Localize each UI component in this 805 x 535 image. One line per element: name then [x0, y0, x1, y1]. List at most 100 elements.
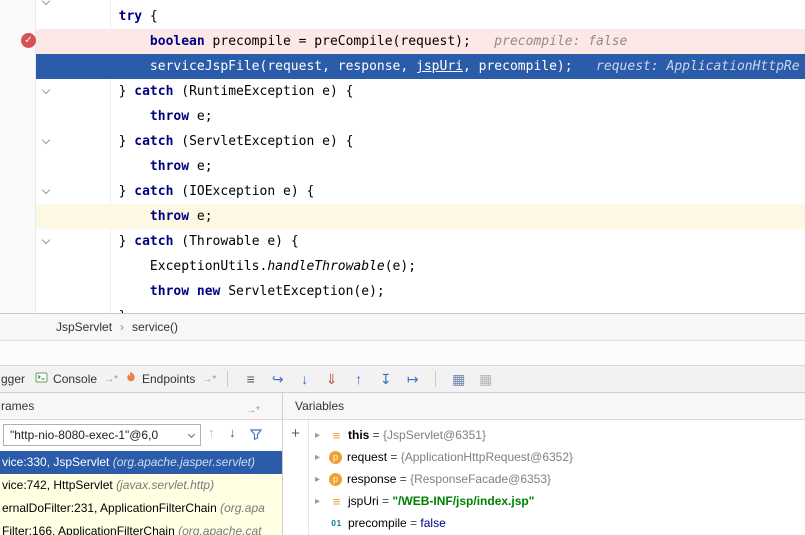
variable-value: false — [420, 516, 445, 530]
tab-console[interactable]: Console — [30, 366, 102, 392]
previous-frame-icon[interactable]: ↑ — [208, 425, 215, 440]
tab-console-label: Console — [53, 372, 97, 386]
frame-row[interactable]: vice:330, JspServlet (org.apache.jasper.… — [0, 451, 282, 474]
fold-arrow-icon[interactable] — [40, 0, 52, 9]
evaluate-icon[interactable]: ▦ — [445, 366, 472, 392]
code-line-12[interactable]: throw new ServletException(e); — [36, 279, 805, 304]
next-frame-icon[interactable]: ↓ — [229, 425, 236, 440]
parameter-icon: p — [329, 451, 342, 464]
frame-list: vice:330, JspServlet (org.apache.jasper.… — [0, 451, 282, 535]
equals-sign: = — [387, 450, 401, 464]
step-over-icon[interactable]: ↪ — [264, 366, 291, 392]
frame-row[interactable]: ernalDoFilter:231, ApplicationFilterChai… — [0, 497, 282, 520]
expand-arrow-icon[interactable]: ▸ — [315, 430, 329, 441]
frames-panel-header: rames →* — [0, 393, 283, 419]
primitive-icon: 01 — [329, 516, 344, 530]
variables-panel-header: Variables — [283, 393, 805, 419]
code-area[interactable]: try { boolean precompile = preCompile(re… — [36, 4, 805, 314]
variable-value: {JspServlet@6351} — [383, 428, 486, 442]
equals-sign: = — [407, 516, 421, 530]
fold-arrow-icon[interactable] — [40, 86, 52, 98]
breakpoint-icon[interactable]: ✓ — [21, 33, 36, 48]
fold-arrow-icon[interactable] — [40, 186, 52, 198]
variable-row[interactable]: ▸≡ jspUri = "/WEB-INF/jsp/index.jsp" — [309, 490, 805, 512]
code-line-6[interactable]: } catch (ServletException e) { — [36, 129, 805, 154]
toolbar-separator — [227, 371, 228, 387]
variable-value: {ApplicationHttpRequest@6352} — [401, 450, 573, 464]
code-line-5[interactable]: throw e; — [36, 104, 805, 129]
frames-panel: "http-nio-8080-exec-1"@6,0 ↑ ↓ vice:330,… — [0, 420, 283, 535]
value-icon: ≡ — [329, 494, 344, 508]
console-icon — [35, 371, 48, 387]
debug-toolbar: gger Console →* Endpoints →* ≡↪↓⇓↑↧↦ ▦▦ — [0, 366, 805, 393]
code-line-8[interactable]: } catch (IOException e) { — [36, 179, 805, 204]
variable-list: ▸≡this = {JspServlet@6351}▸prequest = {A… — [309, 424, 805, 534]
add-watch-icon[interactable]: + — [283, 426, 308, 442]
code-line-2[interactable]: boolean precompile = preCompile(request)… — [36, 29, 805, 54]
filter-funnel-icon[interactable] — [250, 428, 262, 443]
frames-header-label: rames — [1, 399, 34, 413]
toolwindow-gap — [0, 341, 805, 366]
thread-name: "http-nio-8080-exec-1"@6,0 — [10, 428, 158, 442]
variable-value: "/WEB-INF/jsp/index.jsp" — [392, 494, 534, 508]
equals-sign: = — [396, 472, 410, 486]
breadcrumb-item-class[interactable]: JspServlet — [56, 320, 112, 334]
expand-arrow-icon[interactable]: ▸ — [315, 474, 329, 485]
code-line-11[interactable]: ExceptionUtils.handleThrowable(e); — [36, 254, 805, 279]
variable-row[interactable]: ▸≡ this = {JspServlet@6351} — [309, 424, 805, 446]
frame-row[interactable]: Filter:166, ApplicationFilterChain (org.… — [0, 520, 282, 535]
expand-arrow-icon[interactable]: ▸ — [315, 496, 329, 507]
variable-name: request — [347, 450, 387, 464]
breadcrumb: JspServlet › service() — [0, 314, 805, 341]
variable-value: {ResponseFacade@6353} — [410, 472, 551, 486]
fold-arrow-icon[interactable] — [40, 136, 52, 148]
variable-row[interactable]: ▸p response = {ResponseFacade@6353} — [309, 468, 805, 490]
frame-row[interactable]: vice:742, HttpServlet (javax.servlet.htt… — [0, 474, 282, 497]
drop-frame-icon[interactable]: ↧ — [372, 366, 399, 392]
menu-icon[interactable]: ≡ — [237, 366, 264, 392]
thread-row: "http-nio-8080-exec-1"@6,0 ↑ ↓ — [0, 420, 282, 451]
tab-endpoints[interactable]: Endpoints — [120, 366, 200, 392]
debug-panels: "http-nio-8080-exec-1"@6,0 ↑ ↓ vice:330,… — [0, 420, 805, 535]
force-step-into-icon[interactable]: ⇓ — [318, 366, 345, 392]
parameter-icon: p — [329, 473, 342, 486]
toolbar-separator — [435, 371, 436, 387]
code-line-9[interactable]: throw e; — [36, 204, 805, 229]
value-icon: ≡ — [329, 428, 344, 442]
code-line-3[interactable]: serviceJspFile(request, response, jspUri… — [36, 54, 805, 79]
ide-window: try { boolean precompile = preCompile(re… — [0, 0, 805, 535]
tab-options-icon: →* — [104, 374, 118, 385]
variable-name: precompile — [348, 516, 407, 530]
equals-sign: = — [369, 428, 383, 442]
run-to-cursor-icon[interactable]: ↦ — [399, 366, 426, 392]
step-into-icon[interactable]: ↓ — [291, 366, 318, 392]
variables-header-label: Variables — [295, 399, 344, 413]
variable-name: jspUri — [348, 494, 379, 508]
variables-toolbar: + — [283, 420, 309, 535]
chevron-down-icon — [188, 431, 195, 438]
layout-icon[interactable]: ▦ — [472, 366, 499, 392]
breadcrumb-item-method[interactable]: service() — [132, 320, 178, 334]
tab-debugger[interactable]: gger — [0, 366, 30, 392]
code-line-7[interactable]: throw e; — [36, 154, 805, 179]
expand-arrow-icon[interactable]: ▸ — [315, 452, 329, 463]
code-line-10[interactable]: } catch (Throwable e) { — [36, 229, 805, 254]
code-line-1[interactable]: try { — [36, 4, 805, 29]
tab-debugger-label: gger — [1, 372, 25, 386]
code-line-4[interactable]: } catch (RuntimeException e) { — [36, 79, 805, 104]
tab-options-icon: →* — [202, 374, 216, 385]
equals-sign: = — [379, 494, 393, 508]
variable-row[interactable]: 01 precompile = false — [309, 512, 805, 534]
code-line-13[interactable]: } — [36, 304, 805, 314]
variable-name: response — [347, 472, 396, 486]
variable-row[interactable]: ▸p request = {ApplicationHttpRequest@6352… — [309, 446, 805, 468]
flame-icon — [125, 371, 137, 387]
breadcrumb-separator: › — [120, 320, 124, 334]
variable-name: this — [348, 428, 369, 442]
panel-headers: rames →* Variables — [0, 393, 805, 420]
code-editor: try { boolean precompile = preCompile(re… — [0, 0, 805, 314]
thread-selector[interactable]: "http-nio-8080-exec-1"@6,0 — [3, 424, 201, 446]
step-out-icon[interactable]: ↑ — [345, 366, 372, 392]
variables-panel: + ▸≡this = {JspServlet@6351}▸prequest = … — [283, 420, 805, 535]
fold-arrow-icon[interactable] — [40, 236, 52, 248]
